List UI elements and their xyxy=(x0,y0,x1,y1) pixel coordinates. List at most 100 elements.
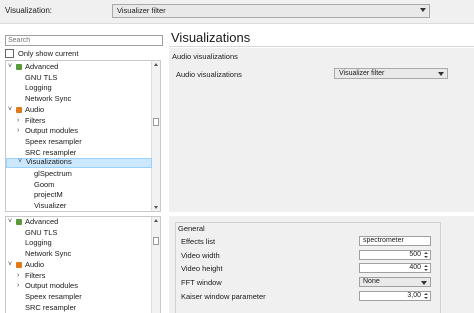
tree-item-label: Filters xyxy=(25,115,46,125)
visualization-select-value: Visualizer filter xyxy=(117,6,166,15)
tree-item[interactable]: GNU TLS xyxy=(6,73,152,83)
chevron-right-icon[interactable]: › xyxy=(17,126,19,136)
tree-item-label: Visualizations xyxy=(26,157,72,167)
scroll-up-icon[interactable] xyxy=(154,219,158,222)
spinner-arrows-icon[interactable] xyxy=(424,293,429,299)
tree-item-label: Logging xyxy=(25,238,52,248)
tree-item-label: Audio xyxy=(25,104,45,114)
field-value: spectrometer xyxy=(363,237,404,244)
field-label: Effects list xyxy=(181,237,216,246)
spinner-arrows-icon[interactable] xyxy=(424,265,429,271)
effects-list-input[interactable]: spectrometer xyxy=(359,236,431,246)
tree-item[interactable]: Goom xyxy=(6,180,152,190)
tree-item-label: SRC resampler xyxy=(25,302,77,312)
tree-item-label: projectM xyxy=(34,190,63,200)
chevron-down-icon[interactable]: ˅ xyxy=(8,260,12,270)
audio-visualizations-select[interactable]: Visualizer filter xyxy=(334,68,448,79)
tree-item-label: Filters xyxy=(25,270,46,280)
tree-item-label: Network Sync xyxy=(25,94,72,104)
title-divider xyxy=(169,46,474,47)
field-label: FFT window xyxy=(181,278,222,287)
tree-item-label: Output modules xyxy=(25,126,78,136)
tree-item[interactable]: Logging xyxy=(6,83,152,93)
field-value: 500 xyxy=(409,251,421,258)
tree-item-label: Output modules xyxy=(25,281,78,291)
chevron-down-icon xyxy=(421,281,427,285)
tree-item-label: Advanced xyxy=(25,217,59,226)
scroll-down-icon[interactable] xyxy=(154,206,158,209)
tree-item[interactable]: ˅ Audio xyxy=(6,105,152,115)
tree-item[interactable]: Network Sync xyxy=(6,94,152,104)
chevron-down-icon[interactable]: ˅ xyxy=(8,217,12,227)
tree-item-label: SRC resampler xyxy=(25,147,77,157)
settings-tree[interactable]: ˅ Advanced GNU TLS Logging Network Sync ˅ Audi… xyxy=(5,60,161,212)
spinner-arrows-icon[interactable] xyxy=(424,252,429,258)
tree-item-label: glSpectrum xyxy=(34,169,72,178)
category-icon xyxy=(16,106,22,113)
tree-item[interactable]: projectM xyxy=(6,190,152,200)
tree-item[interactable]: › Filters xyxy=(6,271,152,281)
tree-item[interactable]: ˅ Advanced xyxy=(6,62,152,72)
tree-item[interactable]: ˅ Visualizations xyxy=(6,157,152,169)
visualization-label: Visualization: xyxy=(5,6,52,15)
tree-item[interactable]: › Output modules xyxy=(6,126,152,136)
tree-item[interactable]: › Output modules xyxy=(6,281,152,291)
audio-visualizations-label: Audio visualizations xyxy=(176,70,242,79)
tree-scrollbar[interactable] xyxy=(151,61,160,211)
field-value: None xyxy=(363,278,380,285)
field-label: Video width xyxy=(181,251,220,260)
number-stepper[interactable]: 500 xyxy=(359,250,431,260)
scroll-thumb[interactable] xyxy=(153,237,159,245)
tree-item[interactable]: Speex resampler xyxy=(6,292,152,302)
tree-scrollbar-lower[interactable] xyxy=(151,217,160,313)
tree-item[interactable]: Network Sync xyxy=(6,249,152,259)
tree-item-label: Logging xyxy=(25,83,52,93)
checkbox-box[interactable] xyxy=(5,49,14,58)
section-heading: Audio visualizations xyxy=(172,52,238,61)
number-stepper[interactable]: 400 xyxy=(359,263,431,273)
chevron-down-icon xyxy=(420,8,426,12)
audio-visualizations-value: Visualizer filter xyxy=(339,70,385,77)
only-show-current-label: Only show current xyxy=(18,49,79,58)
field-value: 3,00 xyxy=(407,292,421,299)
category-icon xyxy=(16,219,22,225)
tree-item-label: Visualizer xyxy=(34,201,67,211)
tree-item[interactable]: GNU TLS xyxy=(6,228,152,238)
tree-item-label: GNU TLS xyxy=(25,72,58,82)
tree-item-label: Advanced xyxy=(25,62,59,71)
tree-item[interactable]: SRC resampler xyxy=(6,303,152,313)
tree-item-label: Goom xyxy=(34,179,55,189)
tree-item-label: Speex resampler xyxy=(25,136,82,146)
tree-item-label: Speex resampler xyxy=(25,291,82,301)
tree-item[interactable]: glSpectrum xyxy=(6,169,152,179)
tree-item[interactable]: SRC resampler xyxy=(6,148,152,158)
tree-item-label: Audio xyxy=(25,259,45,269)
chevron-down-icon[interactable]: ˅ xyxy=(8,105,12,115)
visualization-select[interactable]: Visualizer filter xyxy=(112,4,430,18)
number-stepper[interactable]: 3,00 xyxy=(359,291,431,301)
chevron-down-icon[interactable]: ˅ xyxy=(8,62,12,72)
tree-item[interactable]: Logging xyxy=(6,238,152,248)
field-value: 400 xyxy=(409,264,421,271)
tree-item[interactable]: Visualizer xyxy=(6,201,152,211)
search-input[interactable] xyxy=(5,35,163,46)
page-title: Visualizations xyxy=(171,30,251,45)
tree-item[interactable]: ˅ Audio xyxy=(6,260,152,270)
general-group-title: General xyxy=(178,224,205,233)
tree-item[interactable]: ˅ Advanced xyxy=(6,217,152,227)
tree-item-label: Network Sync xyxy=(25,249,72,259)
chevron-down-icon xyxy=(438,72,444,76)
tree-item[interactable]: › Filters xyxy=(6,116,152,126)
chevron-right-icon[interactable]: › xyxy=(17,281,19,291)
fft-window-select[interactable]: None xyxy=(359,277,431,287)
scroll-up-icon[interactable] xyxy=(154,63,158,66)
chevron-right-icon[interactable]: › xyxy=(17,271,19,281)
tree-item[interactable]: Speex resampler xyxy=(6,137,152,147)
chevron-right-icon[interactable]: › xyxy=(17,116,19,126)
scroll-thumb[interactable] xyxy=(153,118,159,126)
tree-item-label: GNU TLS xyxy=(25,227,58,237)
category-icon xyxy=(16,261,22,268)
chevron-down-icon[interactable]: ˅ xyxy=(18,158,22,166)
settings-tree-lower[interactable]: ˅ Advanced GNU TLS Logging Network Sync ˅ Audi… xyxy=(5,216,161,313)
category-icon xyxy=(16,64,22,70)
